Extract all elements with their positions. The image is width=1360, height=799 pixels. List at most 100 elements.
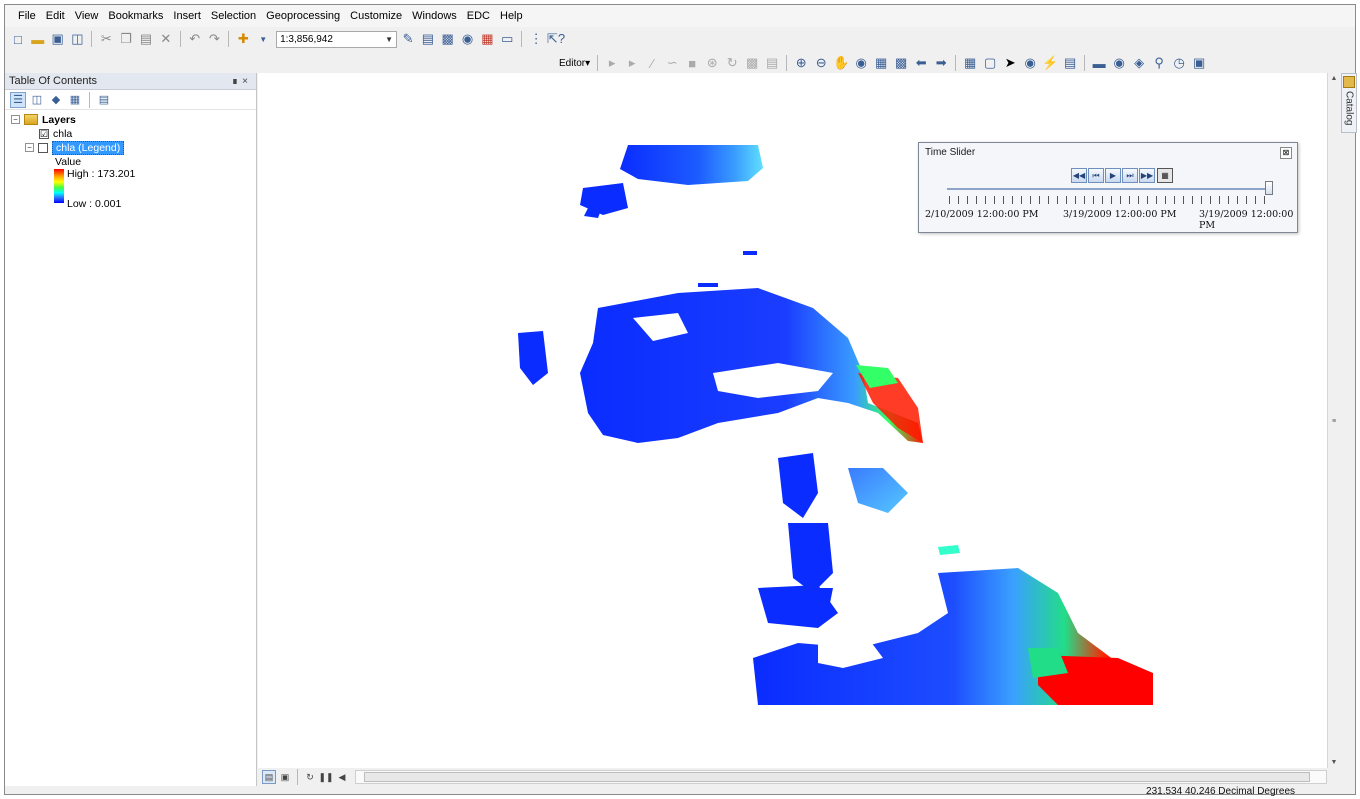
find-icon[interactable]: ◉	[1110, 54, 1128, 72]
next-frame-icon[interactable]: ⏭	[1122, 168, 1138, 183]
data-view-icon[interactable]: ▤	[262, 770, 276, 784]
tree-row-layers[interactable]: − Layers	[11, 113, 76, 126]
collapse-icon[interactable]: −	[25, 143, 34, 152]
catalog-window-icon[interactable]: ▩	[439, 30, 457, 48]
scroll-down-icon[interactable]: ▼	[1328, 759, 1340, 766]
html-popup-icon[interactable]: ▤	[1061, 54, 1079, 72]
python-window-icon[interactable]: ▭	[498, 30, 516, 48]
edit-annotation-icon[interactable]: ▸	[623, 54, 641, 72]
chla-visibility-checkbox[interactable]: ☑	[39, 128, 49, 139]
horizontal-scroll-thumb[interactable]	[364, 772, 1310, 782]
full-extent-icon[interactable]: ◉	[852, 54, 870, 72]
pause-drawing-icon[interactable]: ❚❚	[318, 770, 333, 784]
scroll-up-icon[interactable]: ▲	[1328, 75, 1340, 82]
menu-insert[interactable]: Insert	[168, 5, 206, 27]
time-slider-thumb[interactable]	[1265, 181, 1273, 195]
go-back-icon[interactable]: ⬅	[912, 54, 930, 72]
cut-icon[interactable]: ✂	[97, 30, 115, 48]
undo-icon[interactable]: ↶	[186, 30, 204, 48]
redo-icon[interactable]: ↷	[206, 30, 224, 48]
menu-edit[interactable]: Edit	[41, 5, 70, 27]
list-by-drawing-order-icon[interactable]: ☰	[10, 91, 26, 108]
find-route-icon[interactable]: ◈	[1130, 54, 1148, 72]
menu-help[interactable]: Help	[495, 5, 528, 27]
chevron-down-icon[interactable]: ▼	[254, 30, 272, 48]
menu-geoprocessing[interactable]: Geoprocessing	[261, 5, 345, 27]
attributes-icon[interactable]: ▩	[743, 54, 761, 72]
create-viewer-window-icon[interactable]: ▣	[1190, 54, 1208, 72]
menu-windows[interactable]: Windows	[407, 5, 462, 27]
time-slider-options-icon[interactable]: ▦	[1157, 168, 1173, 183]
catalog-tab[interactable]: Catalog	[1341, 73, 1357, 133]
scroll-grip-icon[interactable]: ≡	[1328, 418, 1340, 425]
table-of-contents-icon[interactable]: ▤	[419, 30, 437, 48]
copy-icon[interactable]: ❐	[117, 30, 135, 48]
list-by-source-icon[interactable]: ◫	[29, 92, 45, 108]
close-icon[interactable]: ⊠	[1280, 147, 1292, 159]
straight-segment-icon[interactable]: ∕	[643, 54, 661, 72]
menu-selection[interactable]: Selection	[206, 5, 261, 27]
skip-to-end-icon[interactable]: ▶▶	[1139, 168, 1155, 183]
sketch-properties-icon[interactable]: ▤	[763, 54, 781, 72]
menu-edc[interactable]: EDC	[462, 5, 495, 27]
new-document-icon[interactable]: □	[9, 30, 27, 48]
chla-legend-visibility-checkbox[interactable]	[38, 142, 48, 153]
delete-icon[interactable]: ✕	[157, 30, 175, 48]
map-vertical-scrollbar[interactable]: ▲ ≡ ▼	[1327, 73, 1339, 768]
catalog-icon	[1343, 76, 1355, 88]
options-icon[interactable]: ▤	[96, 92, 112, 108]
toc-pin-close-icon[interactable]: ∎×	[232, 76, 252, 87]
save-icon[interactable]: ▣	[49, 30, 67, 48]
clear-selection-icon[interactable]: ▢	[981, 54, 999, 72]
list-by-selection-icon[interactable]: ▦	[67, 92, 83, 108]
go-to-xy-icon[interactable]: ⚲	[1150, 54, 1168, 72]
paste-icon[interactable]: ▤	[137, 30, 155, 48]
menu-view[interactable]: View	[70, 5, 104, 27]
fixed-zoom-in-icon[interactable]: ▦	[872, 54, 890, 72]
print-icon[interactable]: ◫	[69, 30, 87, 48]
zoom-in-icon[interactable]: ⊕	[792, 54, 810, 72]
menu-file[interactable]: File	[13, 5, 41, 27]
model-builder-icon[interactable]: ⋮	[527, 30, 545, 48]
editor-toolbar-icon[interactable]: ✎	[399, 30, 417, 48]
map-horizontal-scrollbar[interactable]	[355, 770, 1327, 784]
arctoolbox-icon[interactable]: ▦	[478, 30, 496, 48]
open-folder-icon[interactable]: ▬	[29, 30, 47, 48]
scroll-left-icon[interactable]: ◀	[335, 770, 349, 784]
pan-icon[interactable]: ✋	[832, 54, 850, 72]
zoom-out-icon[interactable]: ⊖	[812, 54, 830, 72]
add-data-icon[interactable]: ✚	[234, 30, 252, 48]
chevron-down-icon[interactable]: ▼	[385, 35, 393, 44]
time-slider-track[interactable]	[947, 188, 1269, 190]
tree-row-chla[interactable]: ☑ chla	[39, 127, 72, 140]
split-icon[interactable]: ⊛	[703, 54, 721, 72]
edit-tool-icon[interactable]: ▸	[603, 54, 621, 72]
map-scale-combo[interactable]: 1:3,856,942 ▼	[276, 30, 398, 48]
select-features-icon[interactable]: ▦	[961, 54, 979, 72]
search-window-icon[interactable]: ◉	[459, 30, 477, 48]
collapse-icon[interactable]: −	[11, 115, 20, 124]
sketch-icon[interactable]: ■	[683, 54, 701, 72]
whats-this-icon[interactable]: ⇱?	[547, 30, 565, 48]
go-forward-icon[interactable]: ➡	[932, 54, 950, 72]
identify-icon[interactable]: ◉	[1021, 54, 1039, 72]
map-display[interactable]: Time Slider ⊠ ◀◀ ⏮ ▶ ⏭ ▶▶ ▦ 2/10/2009 12…	[258, 73, 1334, 768]
play-icon[interactable]: ▶	[1105, 168, 1121, 183]
previous-frame-icon[interactable]: ⏮	[1088, 168, 1104, 183]
time-slider-window[interactable]: Time Slider ⊠ ◀◀ ⏮ ▶ ⏭ ▶▶ ▦ 2/10/2009 12…	[918, 142, 1298, 233]
list-by-visibility-icon[interactable]: ◆	[48, 92, 64, 108]
menu-bookmarks[interactable]: Bookmarks	[103, 5, 168, 27]
refresh-icon[interactable]: ↻	[303, 770, 317, 784]
tree-row-chla-legend[interactable]: − chla (Legend)	[25, 140, 125, 155]
layout-view-icon[interactable]: ▣	[278, 770, 292, 784]
skip-to-start-icon[interactable]: ◀◀	[1071, 168, 1087, 183]
fixed-zoom-out-icon[interactable]: ▩	[892, 54, 910, 72]
hyperlink-icon[interactable]: ⚡	[1041, 54, 1059, 72]
time-slider-icon[interactable]: ◷	[1170, 54, 1188, 72]
editor-menu-button[interactable]: Editor▾	[557, 58, 592, 69]
menu-customize[interactable]: Customize	[345, 5, 407, 27]
select-elements-icon[interactable]: ➤	[1001, 54, 1019, 72]
trace-icon[interactable]: ∽	[663, 54, 681, 72]
measure-icon[interactable]: ▬	[1090, 54, 1108, 72]
rotate-icon[interactable]: ↻	[723, 54, 741, 72]
